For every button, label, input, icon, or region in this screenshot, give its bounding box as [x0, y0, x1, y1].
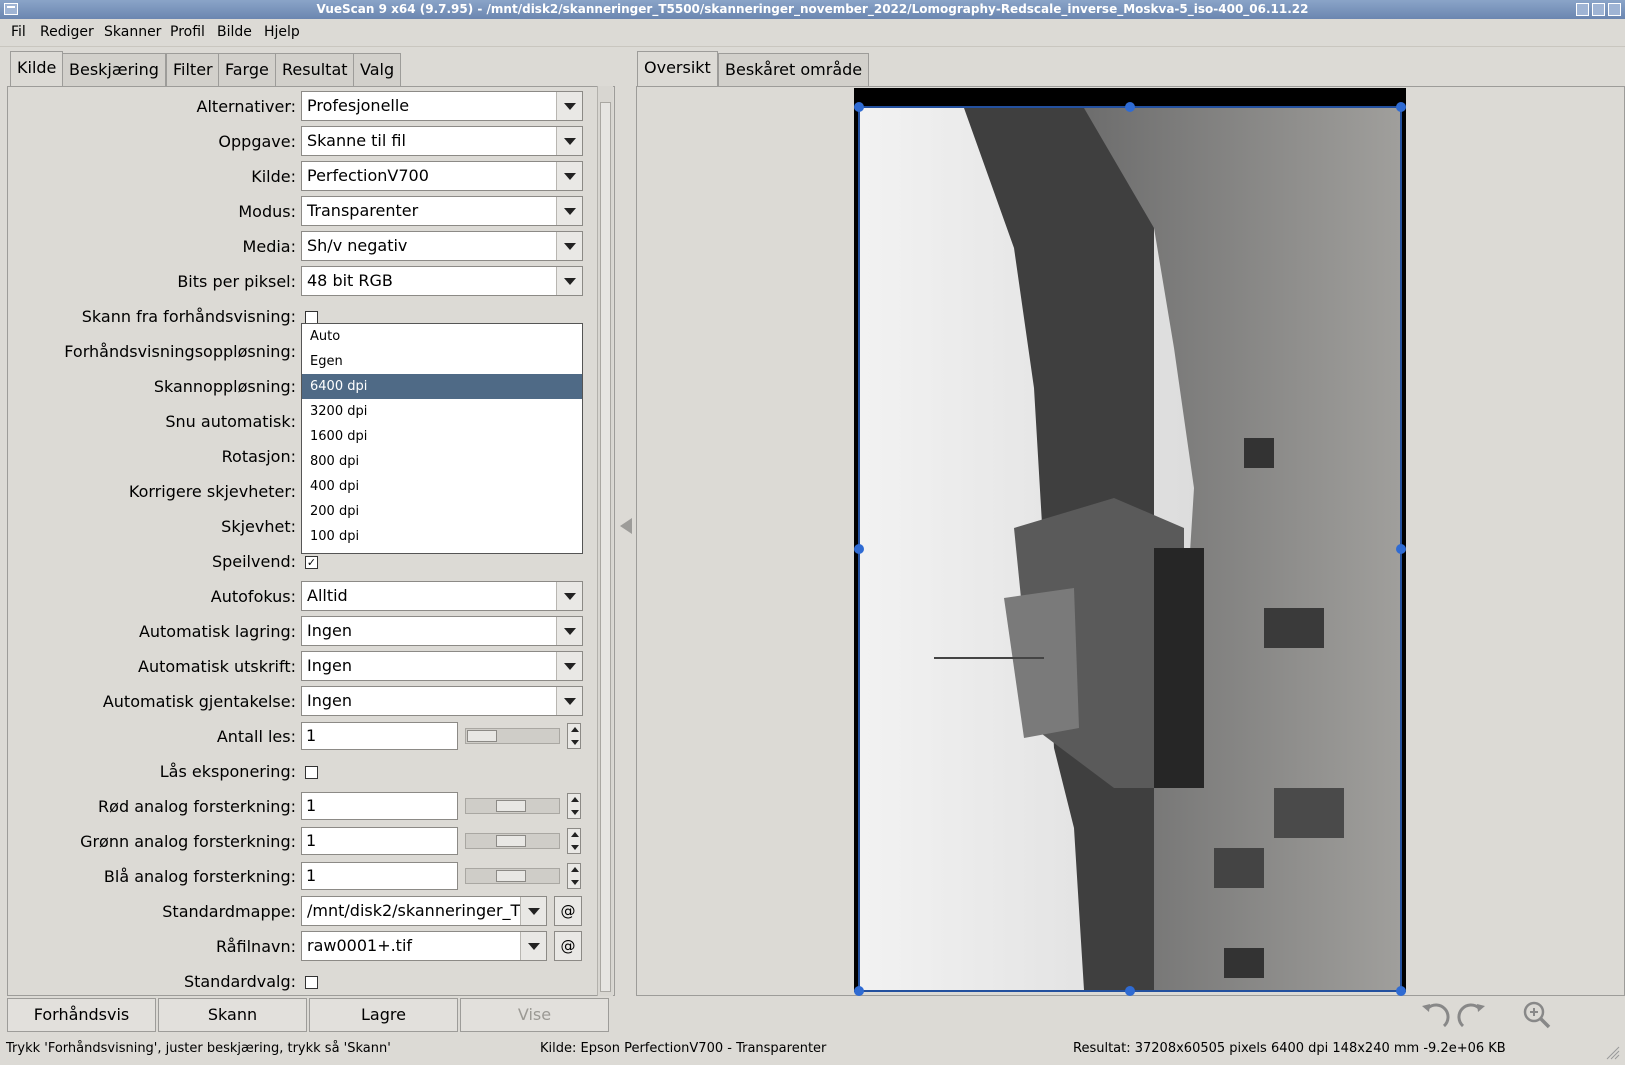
- zoom-in-icon[interactable]: [1522, 1000, 1552, 1030]
- status-source: Kilde: Epson PerfectionV700 - Transparen…: [540, 1041, 827, 1056]
- status-result: Resultat: 37208x60505 pixels 6400 dpi 14…: [1073, 1041, 1506, 1056]
- resize-grip-icon[interactable]: [1604, 1044, 1620, 1060]
- rotate-right-icon[interactable]: [1457, 1000, 1487, 1030]
- rotate-left-icon[interactable]: [1420, 1000, 1450, 1030]
- status-hint: Trykk 'Forhåndsvisning', juster beskjæri…: [6, 1041, 391, 1056]
- crop-frame[interactable]: [0, 0, 1625, 1065]
